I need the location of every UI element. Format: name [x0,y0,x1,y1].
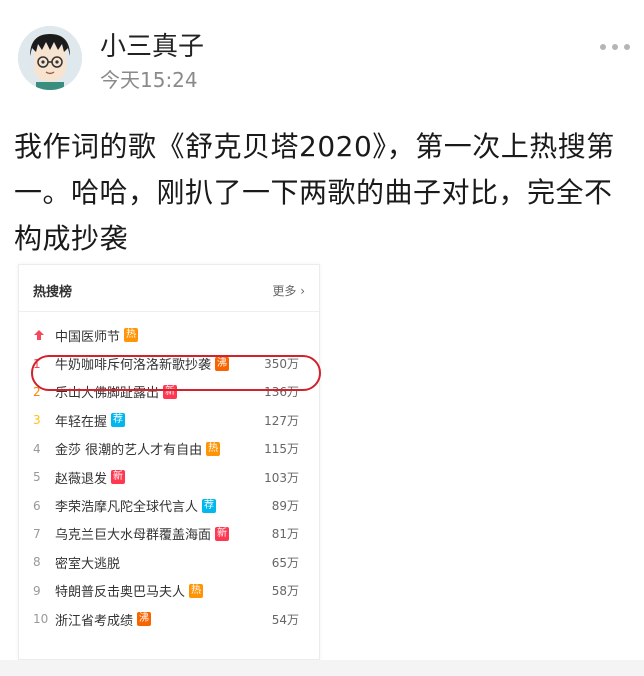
search-count: 115万 [264,442,299,457]
topic-title[interactable]: 乐山大佛脚趾露出 [55,382,159,401]
hot-search-row[interactable]: 8 密室大逃脱 65万 [19,548,319,576]
rank-number: 7 [33,526,41,541]
pin-arrow-icon [33,329,55,341]
search-count: 65万 [271,555,299,570]
search-count: 136万 [264,385,299,400]
rank-number: 4 [33,441,41,456]
post-text: 我作词的歌《舒克贝塔2020》，第一次上热搜第一。哈哈，刚扒了一下两歌的曲子对比… [14,130,615,255]
topic-title[interactable]: 牛奶咖啡斥何洛洛新歌抄袭 [55,354,211,373]
topic-title[interactable]: 密室大逃脱 [55,553,120,572]
topic-badge: 沸 [215,356,230,371]
hot-search-row[interactable]: 7 乌克兰巨大水母群覆盖海面新 81万 [19,520,319,548]
rank-number: 8 [33,555,41,570]
post-timestamp: 今天15:24 [100,68,198,92]
dot [600,44,606,50]
hot-search-row[interactable]: 9 特朗普反击奥巴马夫人热 58万 [19,577,319,605]
bottom-edge [0,660,644,676]
dot [612,44,618,50]
hot-search-row[interactable]: 4 金莎 很潮的艺人才有自由热 115万 [19,435,319,463]
hot-search-header: 热搜榜 更多 › [19,265,319,312]
hot-search-list: 中国医师节热 1 牛奶咖啡斥何洛洛新歌抄袭沸 350万 2 乐山大佛脚趾露出新 136万 3 年… [19,321,319,633]
dot [624,44,630,50]
topic-badge: 新 [215,526,230,541]
search-count: 350万 [264,357,299,372]
topic-badge: 新 [163,384,178,399]
topic-badge: 新 [111,470,126,485]
hot-search-title: 热搜榜 [33,285,73,300]
topic-title[interactable]: 赵薇退发 [55,468,107,487]
topic-title[interactable]: 中国医师节 [55,326,120,345]
search-count: 54万 [271,612,299,627]
hot-search-row[interactable]: 10 浙江省考成绩沸 54万 [19,605,319,633]
topic-badge: 热 [206,441,221,456]
avatar-image [18,26,82,90]
rank-number: 6 [33,498,41,513]
search-count: 58万 [271,584,299,599]
rank-number: 5 [33,470,41,485]
hot-search-row[interactable]: 3 年轻在握荐 127万 [19,406,319,434]
hot-search-row[interactable]: 6 李荣浩摩凡陀全球代言人荐 89万 [19,491,319,519]
hot-search-row[interactable]: 1 牛奶咖啡斥何洛洛新歌抄袭沸 350万 [19,349,319,377]
username[interactable]: 小三真子 [100,32,204,62]
topic-badge: 热 [124,328,139,343]
topic-title[interactable]: 特朗普反击奥巴马夫人 [55,581,185,600]
topic-badge: 沸 [137,612,152,627]
hot-search-row[interactable]: 5 赵薇退发新 103万 [19,463,319,491]
rank-number: 3 [33,413,41,428]
topic-title[interactable]: 浙江省考成绩 [55,610,133,629]
topic-title[interactable]: 李荣浩摩凡陀全球代言人 [55,496,198,515]
search-count: 127万 [264,413,299,428]
search-count: 89万 [271,499,299,514]
hot-search-screenshot: 热搜榜 更多 › 中国医师节热 1 牛奶咖啡斥何洛洛新歌抄袭沸 350万 2 乐山大佛脚趾… [18,264,321,660]
topic-title[interactable]: 乌克兰巨大水母群覆盖海面 [55,524,211,543]
hot-search-row[interactable]: 中国医师节热 [19,321,319,349]
rank-number: 10 [33,612,49,627]
topic-badge: 热 [189,583,204,598]
rank-number: 2 [33,384,41,399]
topic-title[interactable]: 年轻在握 [55,411,107,430]
topic-title[interactable]: 金莎 很潮的艺人才有自由 [55,439,202,458]
more-dots-icon[interactable] [600,42,630,52]
rank-number: 1 [33,356,41,371]
topic-badge: 荐 [202,498,217,513]
hot-search-row[interactable]: 2 乐山大佛脚趾露出新 136万 [19,378,319,406]
rank-number: 9 [33,583,41,598]
hot-search-more-link[interactable]: 更多 › [272,282,305,299]
search-count: 103万 [264,470,299,485]
avatar[interactable] [18,26,82,90]
topic-badge: 荐 [111,413,126,428]
search-count: 81万 [271,527,299,542]
